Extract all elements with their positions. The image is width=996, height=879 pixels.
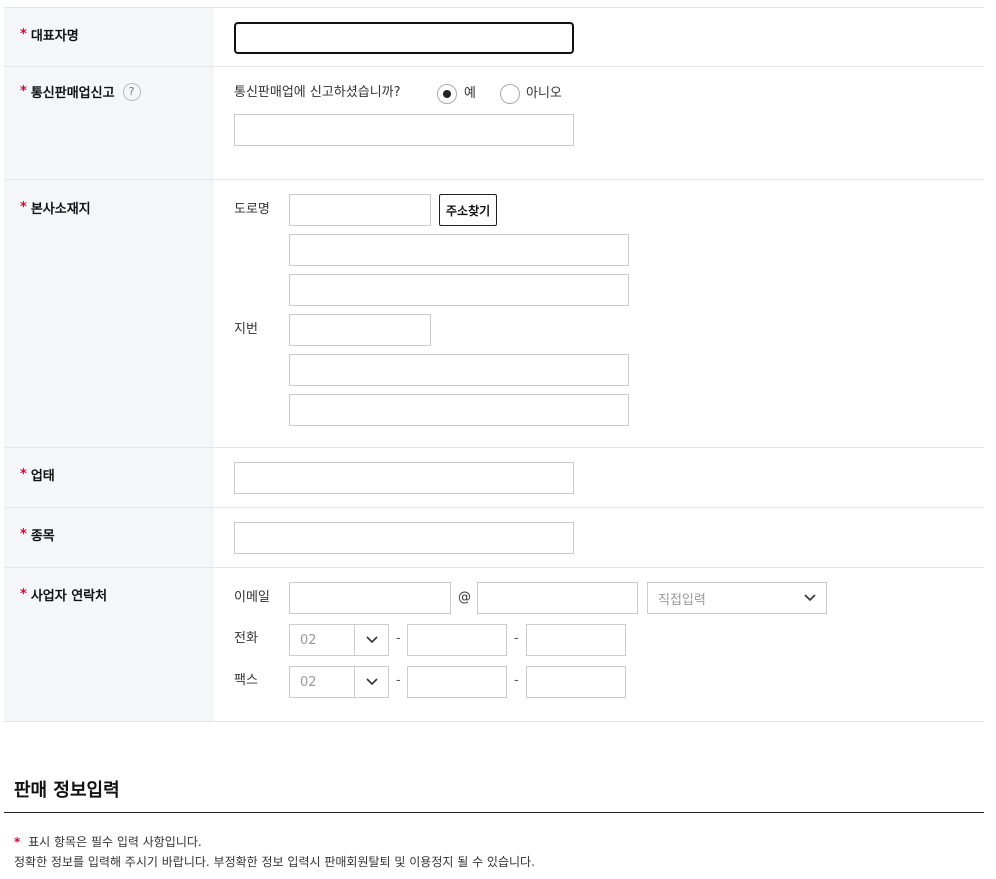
- radio-yes[interactable]: [437, 84, 457, 104]
- phone-dash-1: -: [396, 631, 401, 646]
- email-domain-input[interactable]: [477, 582, 638, 614]
- email-domain-select-value: 직접입력: [658, 592, 706, 608]
- label-cell: * 대표자명: [4, 8, 214, 66]
- phone-prefix-value: 02: [300, 632, 317, 648]
- business-item-label: 종목: [30, 529, 55, 544]
- label-cell: * 통신판매업신고?: [4, 67, 214, 179]
- field-cell: 도로명 주소찾기 지번: [214, 180, 984, 447]
- label-cell: * 종목: [4, 508, 214, 567]
- field-cell: [214, 448, 984, 507]
- telecom-question: 통신판매업에 신고하셨습니까?: [234, 85, 401, 100]
- required-mark: *: [20, 467, 27, 482]
- road-address-input-1[interactable]: [289, 234, 629, 266]
- sales-info-section-title: 판매 정보입력: [14, 780, 120, 801]
- chevron-down-icon: [793, 583, 826, 613]
- phone-dash-2: -: [514, 631, 519, 646]
- label-cell: * 업태: [4, 448, 214, 507]
- row-representative: * 대표자명: [4, 7, 984, 67]
- road-zipcode-input[interactable]: [289, 194, 431, 226]
- lot-address-label: 지번: [234, 322, 258, 337]
- business-type-input[interactable]: [234, 462, 574, 494]
- fax-dash-2: -: [514, 673, 519, 688]
- fax-prefix-value: 02: [300, 674, 317, 690]
- radio-yes-label: 예: [464, 86, 476, 101]
- row-telecom-sales: * 통신판매업신고? 통신판매업에 신고하셨습니까? 예 아니오: [4, 67, 984, 180]
- help-icon[interactable]: ?: [122, 82, 141, 101]
- required-mark: *: [20, 27, 27, 42]
- telecom-label: 통신판매업신고: [30, 86, 115, 101]
- lot-zipcode-input[interactable]: [289, 314, 431, 346]
- road-address-label: 도로명: [234, 202, 270, 217]
- row-business-type: * 업태: [4, 448, 984, 508]
- field-cell: [214, 508, 984, 567]
- address-label: 본사소재지: [30, 202, 91, 217]
- fax-middle-input[interactable]: [407, 666, 507, 698]
- phone-label: 전화: [234, 631, 258, 646]
- field-cell: [214, 8, 984, 66]
- phone-middle-input[interactable]: [407, 624, 507, 656]
- field-cell: 이메일 @ 직접입력 전화 02 - - 팩스 02 - -: [214, 568, 984, 721]
- fax-last-input[interactable]: [526, 666, 626, 698]
- label-cell: * 본사소재지: [4, 180, 214, 447]
- email-id-input[interactable]: [289, 582, 451, 614]
- telecom-number-input[interactable]: [234, 114, 574, 146]
- required-mark: *: [20, 527, 27, 542]
- chevron-down-icon: [355, 667, 388, 697]
- required-notice-text: 표시 항목은 필수 입력 사항입니다.: [28, 835, 202, 849]
- chevron-down-icon: [355, 625, 388, 655]
- phone-prefix-select[interactable]: 02: [289, 624, 389, 656]
- phone-last-input[interactable]: [526, 624, 626, 656]
- required-notice: * 표시 항목은 필수 입력 사항입니다.: [14, 833, 202, 850]
- business-item-input[interactable]: [234, 522, 574, 554]
- business-type-label: 업태: [30, 469, 55, 484]
- required-mark: *: [20, 84, 27, 99]
- fax-label: 팩스: [234, 673, 258, 688]
- accuracy-notice: 정확한 정보를 입력해 주시기 바랍니다. 부정확한 정보 입력시 판매회원탈퇴…: [14, 855, 535, 869]
- radio-no-label: 아니오: [526, 86, 562, 101]
- row-head-office-address: * 본사소재지 도로명 주소찾기 지번: [4, 180, 984, 448]
- at-sign: @: [458, 590, 471, 605]
- email-label: 이메일: [234, 590, 270, 605]
- required-mark: *: [20, 200, 27, 215]
- contact-label: 사업자 연락처: [30, 589, 108, 604]
- fax-dash-1: -: [396, 673, 401, 688]
- field-cell: 통신판매업에 신고하셨습니까? 예 아니오: [214, 67, 984, 179]
- lot-address-input-1[interactable]: [289, 354, 629, 386]
- address-search-button[interactable]: 주소찾기: [439, 194, 498, 226]
- lot-address-input-2[interactable]: [289, 394, 629, 426]
- label-cell: * 사업자 연락처: [4, 568, 214, 721]
- fax-prefix-select[interactable]: 02: [289, 666, 389, 698]
- road-address-input-2[interactable]: [289, 274, 629, 306]
- section-divider: [4, 812, 984, 813]
- required-mark: *: [20, 587, 27, 602]
- seller-info-form: * 대표자명 * 통신판매업신고? 통신판매업에 신고하셨습니까? 예 아니오 * 본…: [4, 0, 984, 722]
- row-business-item: * 종목: [4, 508, 984, 568]
- row-business-contact: * 사업자 연락처 이메일 @ 직접입력 전화 02 - - 팩스 02 - -: [4, 568, 984, 722]
- radio-no[interactable]: [500, 84, 520, 104]
- representative-input[interactable]: [234, 22, 574, 54]
- email-domain-select[interactable]: 직접입력: [647, 582, 827, 614]
- representative-label: 대표자명: [30, 29, 79, 44]
- required-mark: *: [14, 835, 21, 849]
